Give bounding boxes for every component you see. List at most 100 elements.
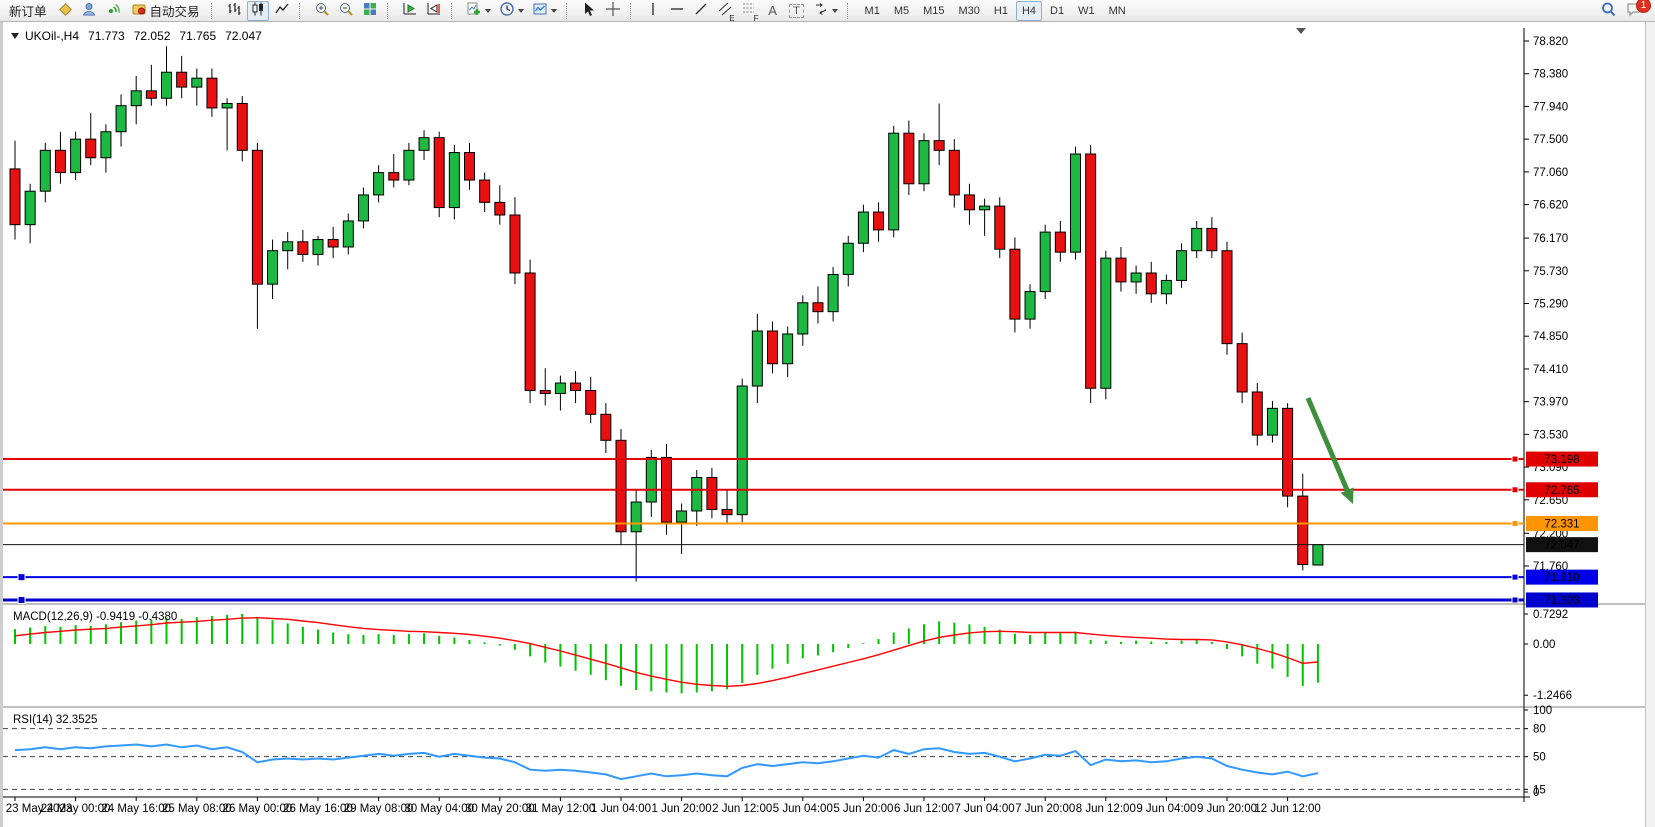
price-tick-label: 74.410: [1533, 364, 1568, 376]
zoom-in-button[interactable]: [311, 1, 333, 21]
horizontal-line-tool-button[interactable]: [666, 1, 688, 21]
timeframe-button-M5[interactable]: M5: [888, 1, 915, 21]
auto-scroll-button[interactable]: [399, 1, 421, 21]
time-tick-label: 30 May 20:00: [465, 803, 535, 815]
annotation-arrow-down[interactable]: [1308, 398, 1354, 504]
collapse-triangle-icon[interactable]: [11, 33, 19, 39]
time-tick-label: 24 May 00:00: [41, 803, 111, 815]
line-handle: [1512, 487, 1518, 493]
timeframe-button-M1[interactable]: M1: [859, 1, 886, 21]
fibonacci-icon: F: [741, 1, 757, 20]
timeframe-button-MN[interactable]: MN: [1103, 1, 1132, 21]
new-order-button[interactable]: 新订单: [4, 1, 52, 21]
ohlc-high: 72.052: [134, 29, 171, 43]
chart-window[interactable]: 78.82078.38077.94077.50077.06076.62076.1…: [0, 22, 1655, 827]
time-tick-label: 8 Jun 12:00: [1076, 803, 1136, 815]
templates-button[interactable]: [529, 1, 560, 21]
label-tool-button[interactable]: T: [786, 1, 808, 21]
candlesticks[interactable]: [10, 46, 1323, 581]
timeframe-button-D1[interactable]: D1: [1044, 1, 1070, 21]
right-scroll-strip[interactable]: [1645, 22, 1655, 827]
profile-button[interactable]: [78, 1, 100, 21]
zoom-out-button[interactable]: [335, 1, 357, 21]
trendline-tool-button[interactable]: [690, 1, 712, 21]
crosshair-button[interactable]: [602, 1, 624, 21]
person-icon: [81, 1, 97, 20]
auto-trading-icon: [131, 1, 147, 20]
line-handle: [1512, 456, 1518, 462]
chart-shift-button[interactable]: [423, 1, 445, 21]
line-handle: [18, 596, 25, 603]
time-tick-label: 7 Jun 04:00: [955, 803, 1015, 815]
toolbar-separator: [630, 3, 638, 19]
arrows-tool-button[interactable]: [810, 1, 841, 21]
vertical-line-tool-button[interactable]: [642, 1, 664, 21]
price-tick-label: 73.970: [1533, 397, 1568, 409]
search-button[interactable]: [1597, 1, 1620, 21]
time-tick-label: 31 May 12:00: [526, 803, 596, 815]
bar-chart-icon: [226, 1, 242, 20]
line-handle: [1512, 574, 1518, 580]
text-tool-button[interactable]: A: [762, 1, 784, 21]
price-line-badge-label: 72.785: [1544, 485, 1579, 497]
clock-icon: [499, 1, 515, 20]
rsi-tick-label: 50: [1533, 752, 1546, 764]
timeframe-button-H1[interactable]: H1: [988, 1, 1014, 21]
horizontal-lines[interactable]: 73.19872.78572.33172.04771.61071.303: [3, 452, 1598, 608]
candlestick-chart-icon: [250, 1, 266, 20]
periods-button[interactable]: [496, 1, 527, 21]
template-icon: [532, 1, 548, 20]
trendline-icon: [693, 1, 709, 20]
chat-button[interactable]: 1: [1622, 1, 1646, 21]
macd-pane[interactable]: 0.72920.00-1.2466MACD(12,26,9) -0.9419 -…: [13, 609, 1572, 702]
ohlc-close: 72.047: [225, 29, 262, 43]
add-indicator-button[interactable]: [463, 1, 494, 21]
auto-trading-button[interactable]: 自动交易: [126, 1, 205, 21]
signals-button[interactable]: [102, 1, 124, 21]
time-tick-label: 12 Jun 12:00: [1254, 803, 1321, 815]
fibonacci-tool-button[interactable]: F: [738, 1, 760, 21]
timeframe-bar: M1M5M15M30H1H4D1W1MN: [858, 1, 1133, 21]
timeframe-button-M30[interactable]: M30: [953, 1, 986, 21]
line-chart-button[interactable]: [271, 1, 293, 21]
line-chart-icon: [274, 1, 290, 20]
macd-label: MACD(12,26,9) -0.9419 -0.4380: [13, 611, 177, 623]
pane-separators[interactable]: [3, 604, 1655, 708]
price-tick-label: 77.500: [1533, 134, 1568, 146]
price-line-badge-label: 71.303: [1544, 595, 1579, 607]
toolbar-separator: [451, 3, 459, 19]
time-tick-label: 25 May 08:00: [162, 803, 232, 815]
toolbar-separator: [387, 3, 395, 19]
cursor-icon: [581, 1, 597, 20]
timeframe-button-M15[interactable]: M15: [917, 1, 950, 21]
time-tick-label: 9 Jun 20:00: [1197, 803, 1257, 815]
chevron-down-icon: [551, 9, 557, 13]
channel-tool-button[interactable]: E: [714, 1, 736, 21]
chart-shift-marker[interactable]: [1296, 28, 1306, 34]
search-icon: [1600, 1, 1617, 21]
time-tick-label: 6 Jun 12:00: [894, 803, 954, 815]
price-tick-label: 76.170: [1533, 233, 1568, 245]
toolbar-separator: [211, 3, 219, 19]
timeframe-button-W1[interactable]: W1: [1072, 1, 1101, 21]
candlestick-chart-button[interactable]: [247, 1, 269, 21]
chevron-down-icon: [485, 9, 491, 13]
time-tick-label: 26 May 00:00: [223, 803, 293, 815]
tile-windows-button[interactable]: [359, 1, 381, 21]
timeframe-button-H4[interactable]: H4: [1016, 1, 1042, 21]
price-tick-label: 75.730: [1533, 266, 1568, 278]
cursor-button[interactable]: [578, 1, 600, 21]
chart-title: UKOil-,H4 71.773 72.052 71.765 72.047: [11, 29, 262, 43]
price-tick-label: 77.940: [1533, 101, 1568, 113]
chart-canvas[interactable]: 78.82078.38077.94077.50077.06076.62076.1…: [3, 22, 1655, 827]
bar-chart-button[interactable]: [223, 1, 245, 21]
rsi-pane[interactable]: 1008050150RSI(14) 32.3525: [3, 705, 1552, 799]
ticket-button[interactable]: [54, 1, 76, 21]
chevron-down-icon: [518, 9, 524, 13]
price-tick-label: 76.620: [1533, 200, 1568, 212]
price-tick-label: 73.530: [1533, 429, 1568, 441]
rsi-tick-label: 80: [1533, 724, 1546, 736]
horizontal-line-icon: [669, 1, 685, 20]
ohlc-low: 71.765: [179, 29, 216, 43]
vertical-line-icon: [645, 1, 661, 20]
